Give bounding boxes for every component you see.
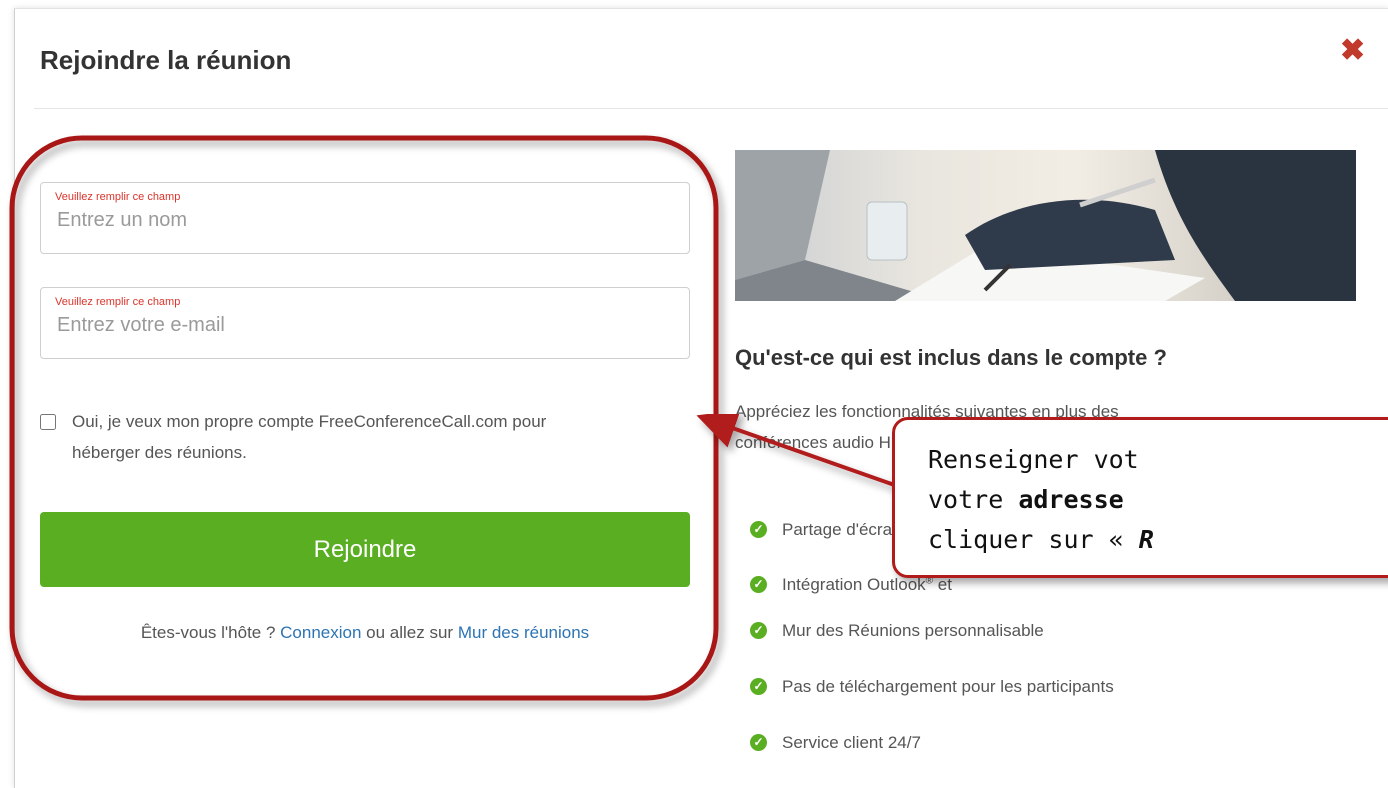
feature-label: Pas de téléchargement pour les participa… xyxy=(782,677,1114,696)
callout-line3: cliquer sur « R xyxy=(928,520,1388,560)
business-meeting-photo xyxy=(735,150,1356,301)
laptop-shape xyxy=(735,150,830,280)
email-error-message: Veuillez remplir ce champ xyxy=(55,296,181,308)
account-checkbox[interactable] xyxy=(40,414,56,430)
feature-item: ✓ Pas de téléchargement pour les partici… xyxy=(750,677,1114,697)
check-circle-icon: ✓ xyxy=(750,576,767,593)
callout-line2: votre adresse xyxy=(928,480,1388,520)
feature-label: Service client 24/7 xyxy=(782,733,921,752)
callout-line1: Renseigner vot xyxy=(928,445,1139,474)
email-input[interactable] xyxy=(55,310,659,340)
email-field[interactable]: Veuillez remplir ce champ xyxy=(40,287,690,359)
feature-item: ✓ Mur des Réunions personnalisable xyxy=(750,621,1044,641)
check-circle-icon: ✓ xyxy=(750,678,767,695)
feature-label: Intégration Outlook xyxy=(782,575,926,594)
name-error-message: Veuillez remplir ce champ xyxy=(55,191,181,203)
hand-sleeve-shape xyxy=(965,199,1175,270)
login-link[interactable]: Connexion xyxy=(280,623,361,642)
feature-item: ✓ Intégration Outlook® et xyxy=(750,575,952,595)
pen-shape xyxy=(1079,177,1156,208)
check-circle-icon: ✓ xyxy=(750,734,767,751)
name-field[interactable]: Veuillez remplir ce champ xyxy=(40,182,690,254)
host-middle: ou allez sur xyxy=(361,623,458,642)
close-icon[interactable]: ✖ xyxy=(1340,36,1365,66)
header-divider xyxy=(34,108,1388,109)
included-title: Qu'est-ce qui est inclus dans le compte … xyxy=(735,345,1167,370)
dialog-title: Rejoindre la réunion xyxy=(40,45,292,75)
meeting-wall-link[interactable]: Mur des réunions xyxy=(458,623,589,642)
callout-line3-text: cliquer sur « xyxy=(928,525,1139,554)
join-button[interactable]: Rejoindre xyxy=(40,512,690,587)
account-checkbox-label-line1: Oui, je veux mon propre compte FreeConfe… xyxy=(72,412,547,431)
instruction-callout: Renseigner vot votre adresse cliquer sur… xyxy=(892,417,1388,578)
name-input[interactable] xyxy=(55,205,659,235)
host-prefix: Êtes-vous l'hôte ? xyxy=(140,623,281,642)
account-checkbox-row: Oui, je veux mon propre compte FreeConfe… xyxy=(40,406,700,468)
account-checkbox-label-line2: héberger des réunions. xyxy=(72,443,247,462)
check-circle-icon: ✓ xyxy=(750,622,767,639)
water-glass-shape xyxy=(866,201,908,261)
callout-line3-bold: R xyxy=(1138,525,1154,554)
check-circle-icon: ✓ xyxy=(750,521,767,538)
photo-illustration xyxy=(735,150,1356,301)
callout-line2-bold: adresse xyxy=(1018,485,1124,514)
host-prompt: Êtes-vous l'hôte ? Connexion ou allez su… xyxy=(40,623,690,643)
callout-line2-text: votre xyxy=(928,485,1019,514)
feature-label: Mur des Réunions personnalisable xyxy=(782,621,1044,640)
feature-item: ✓ Service client 24/7 xyxy=(750,733,921,753)
